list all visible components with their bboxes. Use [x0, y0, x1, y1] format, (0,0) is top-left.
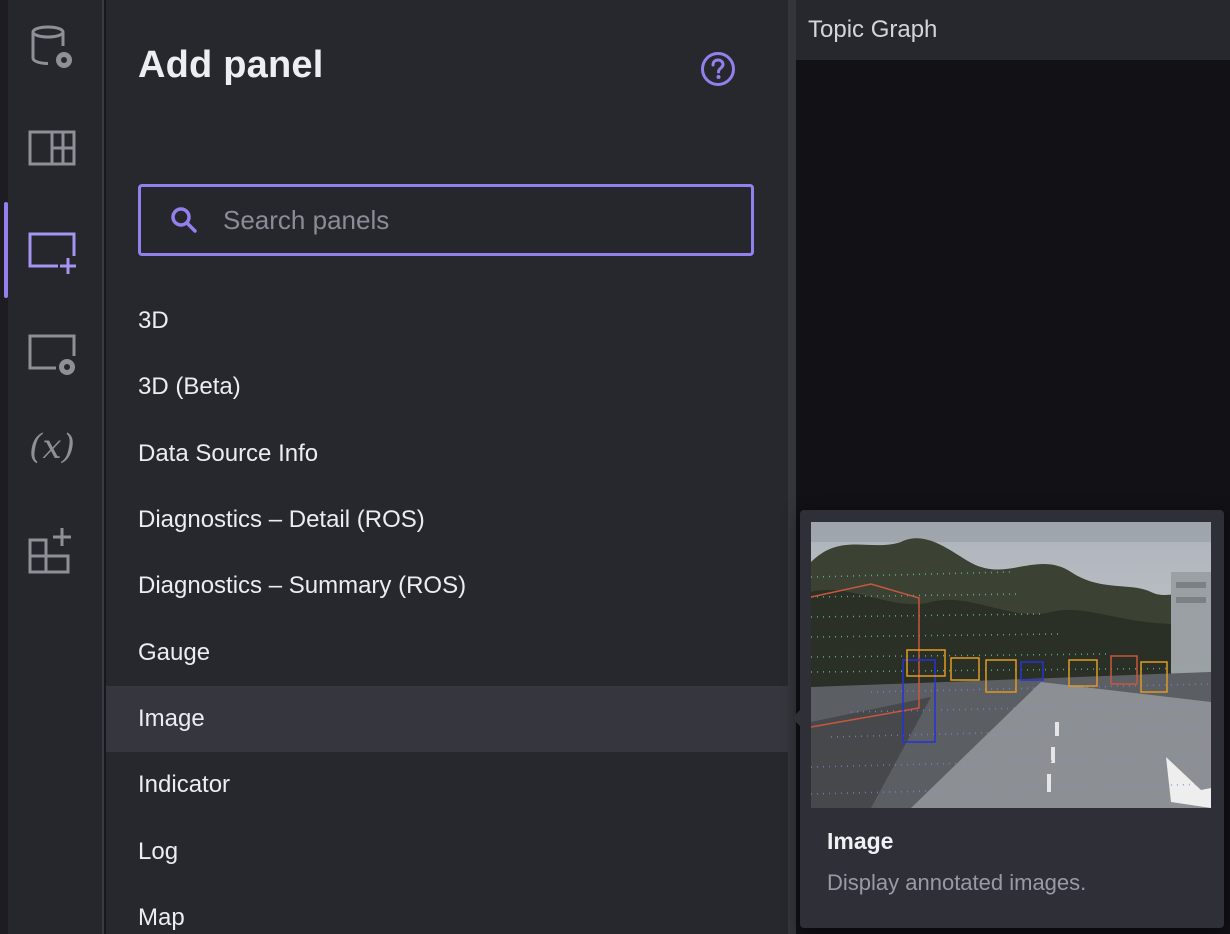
database-settings-icon: [31, 25, 72, 68]
search-icon: [171, 207, 197, 233]
panel-item-gauge[interactable]: Gauge: [106, 619, 788, 685]
panel-item-diagnostics-detail[interactable]: Diagnostics – Detail (ROS): [106, 487, 788, 553]
page-title: Add panel: [138, 44, 324, 86]
sidebar-item-variables[interactable]: (x): [0, 398, 104, 494]
panel-item-diagnostics-summary[interactable]: Diagnostics – Summary (ROS): [106, 553, 788, 619]
panel-item-image[interactable]: Image: [106, 685, 788, 753]
layout-icon: [28, 130, 76, 166]
preview-thumbnail: [811, 522, 1211, 808]
sidebar-item-data-source[interactable]: [0, 0, 104, 96]
panel-item-indicator[interactable]: Indicator: [106, 752, 788, 818]
panel-item-map[interactable]: Map: [106, 885, 788, 934]
svg-text:(x): (x): [29, 427, 75, 467]
panel-list: 3D 3D (Beta) Data Source Info Diagnostic…: [106, 288, 788, 934]
add-panel-sidebar: Add panel 3D 3D (Beta) Data Source Info …: [106, 0, 788, 934]
panel-item-3d[interactable]: 3D: [106, 288, 788, 354]
extensions-icon: [28, 528, 71, 574]
variables-icon: (x): [29, 427, 75, 467]
panel-preview-tooltip: Image Display annotated images.: [792, 510, 1224, 928]
sidebar-item-extensions[interactable]: [0, 502, 104, 598]
preview-description: Display annotated images.: [827, 870, 1087, 895]
sidebar-rail: (x): [0, 0, 104, 934]
search-box[interactable]: [138, 184, 754, 256]
panel-title: Topic Graph: [808, 16, 938, 43]
pane-divider[interactable]: [788, 0, 796, 934]
panel-item-data-source-info[interactable]: Data Source Info: [106, 421, 788, 487]
panel-item-log[interactable]: Log: [106, 818, 788, 884]
tooltip-arrow: [792, 710, 800, 726]
panel-settings-icon: [28, 334, 76, 375]
add-panel-icon: [28, 232, 76, 274]
sidebar-item-layouts[interactable]: [0, 100, 104, 196]
sidebar-item-panel-settings[interactable]: [0, 304, 104, 400]
panel-item-3d-beta[interactable]: 3D (Beta): [106, 354, 788, 420]
help-circle-icon[interactable]: [700, 51, 736, 87]
search-input[interactable]: [221, 203, 705, 237]
sidebar-item-add-panel[interactable]: [0, 202, 104, 298]
panel-toolbar: Topic Graph: [796, 0, 1230, 60]
preview-title: Image: [827, 828, 894, 854]
